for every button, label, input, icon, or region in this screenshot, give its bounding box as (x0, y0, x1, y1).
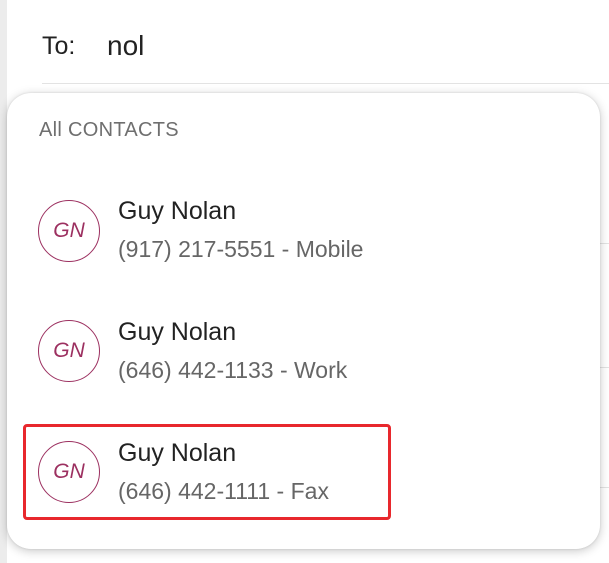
section-header: All CONTACTS (39, 119, 179, 141)
contact-phone: (646) 442-1111 - Fax (118, 478, 329, 504)
contact-suggestion[interactable]: GN Guy Nolan (646) 442-1111 - Fax (7, 413, 600, 529)
contact-suggestion[interactable]: GN Guy Nolan (646) 442-1133 - Work (7, 292, 600, 408)
divider (600, 487, 609, 488)
contact-phone: (917) 217-5551 - Mobile (118, 236, 364, 262)
avatar: GN (38, 320, 100, 382)
to-label: To: (42, 31, 76, 60)
contact-phone: (646) 442-1133 - Work (118, 357, 348, 383)
divider (600, 367, 609, 368)
recipient-row: To: (42, 26, 507, 66)
contact-suggestions-dropdown: All CONTACTS GN Guy Nolan (917) 217-5551… (7, 93, 600, 549)
contact-name: Guy Nolan (118, 439, 237, 467)
avatar: GN (38, 441, 100, 503)
contact-name: Guy Nolan (118, 197, 237, 225)
divider (600, 243, 609, 244)
divider (42, 83, 609, 84)
contact-suggestion[interactable]: GN Guy Nolan (917) 217-5551 - Mobile (7, 172, 600, 288)
contact-name: Guy Nolan (118, 318, 237, 346)
recipient-input[interactable] (107, 30, 507, 62)
avatar: GN (38, 200, 100, 262)
